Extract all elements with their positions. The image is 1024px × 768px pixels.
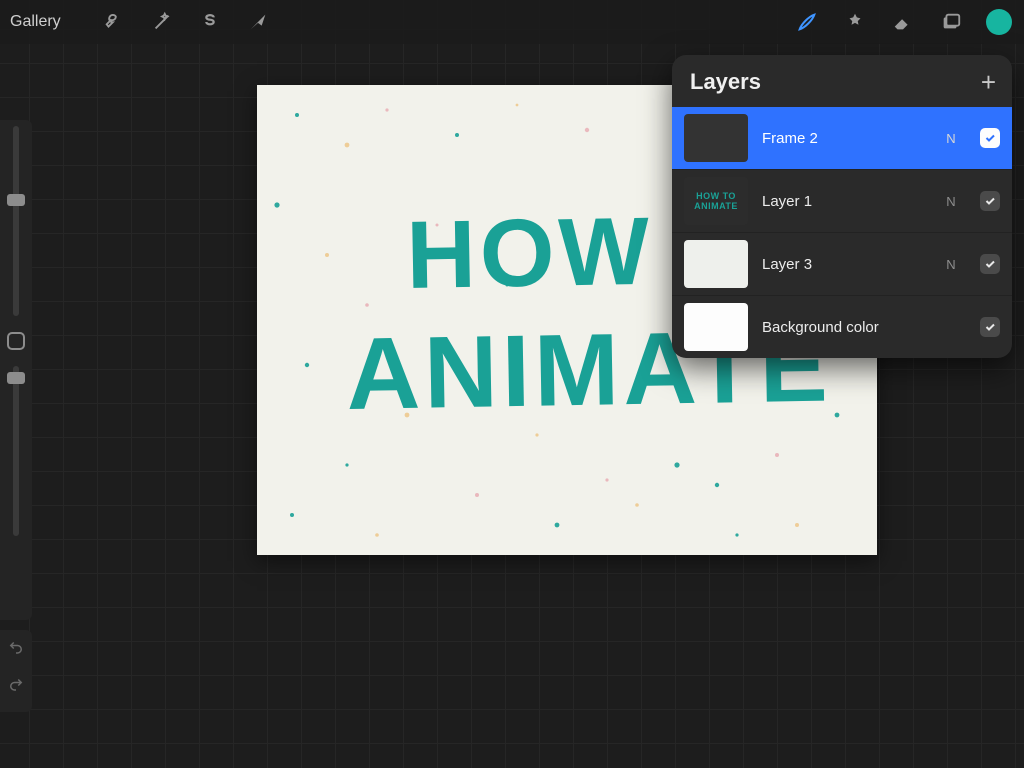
layer-name: Layer 1: [762, 193, 930, 210]
undo-redo-group: [0, 630, 32, 712]
actions-wrench-icon[interactable]: [101, 9, 127, 35]
blend-mode-letter[interactable]: N: [944, 194, 958, 209]
color-swatch[interactable]: [986, 9, 1012, 35]
layers-title: Layers: [690, 69, 761, 95]
smudge-icon[interactable]: [842, 9, 868, 35]
gallery-button[interactable]: Gallery: [10, 13, 61, 31]
eraser-icon[interactable]: [890, 9, 916, 35]
toolbar-right-group: [794, 9, 1012, 35]
redo-icon[interactable]: [7, 675, 25, 698]
selection-s-icon[interactable]: [197, 9, 223, 35]
brush-size-slider[interactable]: [13, 126, 19, 316]
layer-row-background[interactable]: Background color: [672, 296, 1012, 358]
blend-mode-letter[interactable]: N: [944, 257, 958, 272]
layer-name: Frame 2: [762, 130, 930, 147]
left-sidebar: [0, 120, 32, 620]
opacity-thumb[interactable]: [7, 372, 25, 384]
brush-size-thumb[interactable]: [7, 194, 25, 206]
layer-name: Background color: [762, 319, 930, 336]
undo-icon[interactable]: [7, 638, 25, 661]
thumb-text-line2: ANIMATE: [694, 201, 738, 211]
layers-icon[interactable]: [938, 9, 964, 35]
visibility-checkbox[interactable]: [980, 254, 1000, 274]
layer-thumb: [684, 114, 748, 162]
layer-thumb: HOW TOANIMATE: [684, 177, 748, 225]
layer-row-layer-3[interactable]: Layer 3 N: [672, 233, 1012, 295]
opacity-slider[interactable]: [13, 366, 19, 536]
layers-header: Layers +: [672, 55, 1012, 107]
visibility-checkbox[interactable]: [980, 128, 1000, 148]
layers-panel: Layers + Frame 2 N HOW TOANIMATE Layer 1…: [672, 55, 1012, 358]
transform-arrow-icon[interactable]: [245, 9, 271, 35]
layer-thumb: [684, 303, 748, 351]
visibility-checkbox[interactable]: [980, 191, 1000, 211]
add-layer-button[interactable]: +: [981, 72, 996, 92]
layer-row-frame-2[interactable]: Frame 2 N: [672, 107, 1012, 169]
adjustments-wand-icon[interactable]: [149, 9, 175, 35]
modify-button[interactable]: [7, 332, 25, 350]
brush-icon[interactable]: [794, 9, 820, 35]
thumb-text-line1: HOW TO: [696, 191, 736, 201]
top-toolbar: Gallery: [0, 0, 1024, 44]
toolbar-left-group: Gallery: [10, 9, 271, 35]
blend-mode-letter[interactable]: N: [944, 131, 958, 146]
layer-name: Layer 3: [762, 256, 930, 273]
layer-thumb: [684, 240, 748, 288]
layer-row-layer-1[interactable]: HOW TOANIMATE Layer 1 N: [672, 170, 1012, 232]
visibility-checkbox[interactable]: [980, 317, 1000, 337]
